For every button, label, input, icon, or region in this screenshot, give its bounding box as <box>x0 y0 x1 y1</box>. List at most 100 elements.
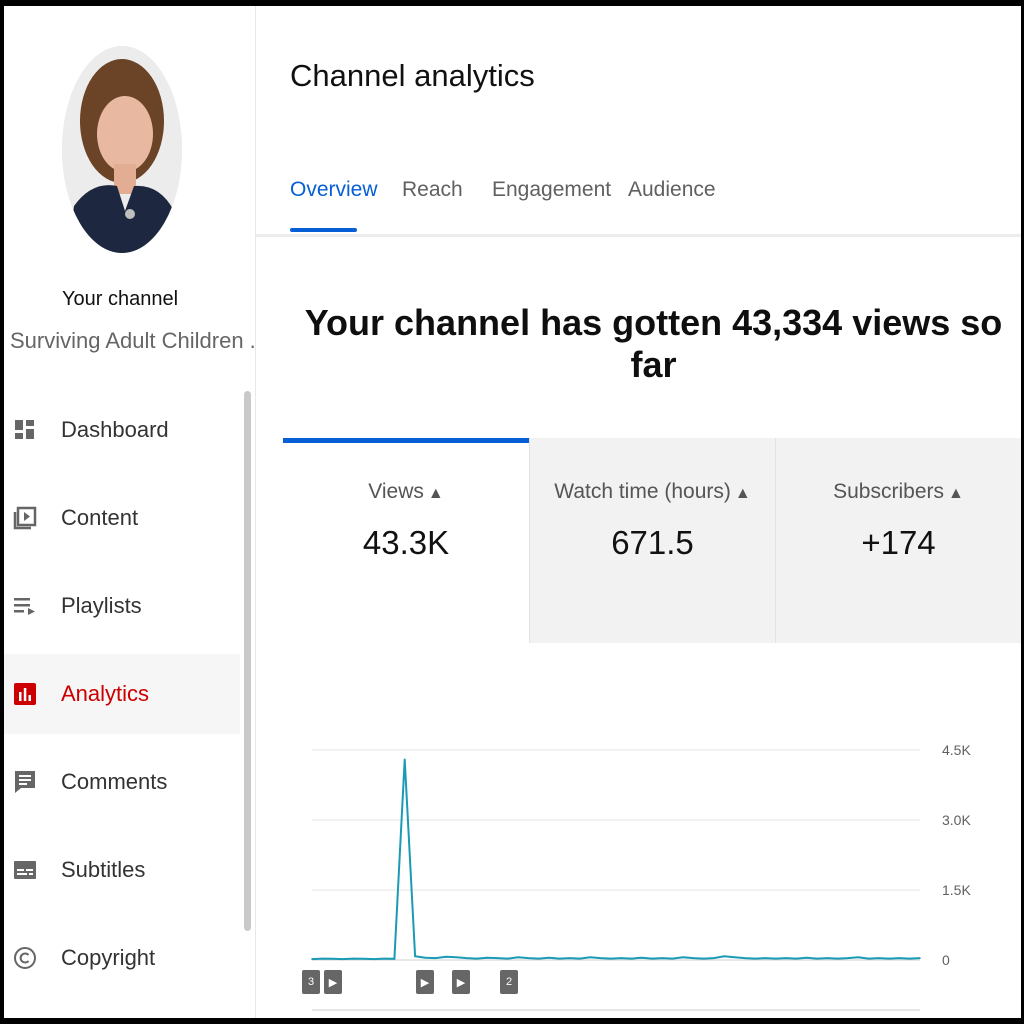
app-window: Your channel Surviving Adult Children ..… <box>4 6 1021 1018</box>
data-point[interactable] <box>548 956 550 959</box>
data-point[interactable] <box>403 758 406 761</box>
video-marker[interactable]: 2 <box>500 970 518 994</box>
data-point[interactable] <box>496 957 499 959</box>
data-point[interactable] <box>486 956 488 959</box>
playlists-icon <box>12 593 38 619</box>
channel-title: Your channel <box>61 288 179 310</box>
data-point[interactable] <box>383 957 385 960</box>
data-point[interactable] <box>352 957 355 960</box>
data-point[interactable] <box>661 957 664 959</box>
data-point[interactable] <box>847 957 849 959</box>
data-point[interactable] <box>362 958 365 960</box>
data-point[interactable] <box>506 957 509 960</box>
y-tick-label: 0 <box>942 952 950 968</box>
sidebar-item-label: Playlists <box>61 593 142 618</box>
metric-label-row: Subscribers ▲ <box>776 480 1021 504</box>
y-tick-label: 3.0K <box>942 812 971 828</box>
sidebar-item-copyright[interactable]: Copyright <box>4 918 240 998</box>
data-point[interactable] <box>733 956 736 958</box>
tab-audience[interactable]: Audience <box>628 178 716 202</box>
sidebar-item-comments[interactable]: Comments <box>4 742 240 822</box>
tabs-divider <box>256 234 1021 237</box>
data-point[interactable] <box>888 957 890 960</box>
data-point[interactable] <box>877 957 880 959</box>
views-series-line[interactable] <box>311 759 921 961</box>
warning-icon: ▲ <box>948 485 964 502</box>
data-point[interactable] <box>373 958 375 960</box>
data-point[interactable] <box>908 957 911 960</box>
sidebar-item-dashboard[interactable]: Dashboard <box>4 390 240 470</box>
data-point[interactable] <box>610 957 612 960</box>
data-point[interactable] <box>702 957 705 960</box>
data-point[interactable] <box>764 957 767 959</box>
video-marker[interactable]: 3 <box>302 970 320 994</box>
data-point[interactable] <box>744 957 746 959</box>
metric-label: Watch time (hours) <box>554 480 731 503</box>
data-point[interactable] <box>816 957 818 960</box>
sidebar-item-content[interactable]: Content <box>4 478 240 558</box>
data-point[interactable] <box>476 957 478 960</box>
play-icon[interactable]: ▶ <box>452 970 470 994</box>
data-point[interactable] <box>630 957 633 960</box>
data-point[interactable] <box>517 956 519 958</box>
data-point[interactable] <box>692 957 695 959</box>
data-point[interactable] <box>579 957 581 960</box>
sidebar-item-label: Dashboard <box>61 417 169 442</box>
data-point[interactable] <box>682 956 684 958</box>
sidebar-item-label: Subtitles <box>61 857 146 882</box>
data-point[interactable] <box>414 955 416 958</box>
data-point[interactable] <box>311 958 313 960</box>
data-point[interactable] <box>527 957 530 959</box>
data-point[interactable] <box>558 957 561 960</box>
data-point[interactable] <box>568 957 571 959</box>
data-point[interactable] <box>826 957 829 959</box>
metric-card-watch-time[interactable]: Watch time (hours) ▲ 671.5 <box>529 438 775 643</box>
data-point[interactable] <box>424 956 427 959</box>
metric-label-row: Watch time (hours) ▲ <box>530 480 775 504</box>
metric-value: 671.5 <box>611 524 694 561</box>
data-point[interactable] <box>919 957 921 959</box>
data-point[interactable] <box>785 957 787 959</box>
warning-icon: ▲ <box>427 485 444 502</box>
data-point[interactable] <box>805 956 808 959</box>
tab-engagement[interactable]: Engagement <box>492 178 611 202</box>
data-point[interactable] <box>651 957 653 960</box>
data-point[interactable] <box>867 957 870 960</box>
data-point[interactable] <box>754 957 756 960</box>
data-point[interactable] <box>671 957 674 960</box>
data-point[interactable] <box>537 957 540 960</box>
data-point[interactable] <box>857 956 859 958</box>
data-point[interactable] <box>774 957 777 960</box>
data-point[interactable] <box>455 956 458 958</box>
data-point[interactable] <box>321 957 324 960</box>
data-point[interactable] <box>620 957 622 959</box>
play-icon[interactable]: ▶ <box>416 970 434 994</box>
data-point[interactable] <box>599 957 602 959</box>
data-point[interactable] <box>640 956 643 959</box>
sidebar-item-analytics[interactable]: Analytics <box>4 654 240 734</box>
data-point[interactable] <box>795 957 798 960</box>
data-point[interactable] <box>434 957 437 959</box>
metric-value: +174 <box>861 524 936 561</box>
tab-overview[interactable]: Overview <box>290 178 378 202</box>
tab-reach[interactable]: Reach <box>402 178 463 202</box>
metric-card-subscribers[interactable]: Subscribers ▲ +174 <box>775 438 1021 643</box>
metric-card-views[interactable]: Views ▲ 43.3K <box>283 438 529 643</box>
data-point[interactable] <box>723 955 726 958</box>
data-point[interactable] <box>331 958 334 960</box>
sidebar-item-subtitles[interactable]: Subtitles <box>4 830 240 910</box>
data-point[interactable] <box>589 956 592 958</box>
views-chart: 4.5K 3.0K 1.5K 0 <box>311 742 971 1011</box>
data-point[interactable] <box>465 957 468 959</box>
data-point[interactable] <box>445 955 447 958</box>
play-icon[interactable]: ▶ <box>324 970 342 994</box>
sidebar-item-playlists[interactable]: Playlists <box>4 566 240 646</box>
data-point[interactable] <box>836 957 839 960</box>
data-point[interactable] <box>393 958 396 960</box>
sidebar-scrollbar[interactable] <box>244 391 251 931</box>
avatar[interactable] <box>62 46 182 253</box>
data-point[interactable] <box>342 958 344 960</box>
data-point[interactable] <box>713 957 715 959</box>
data-point[interactable] <box>898 957 901 959</box>
page-title: Channel analytics <box>290 58 535 93</box>
